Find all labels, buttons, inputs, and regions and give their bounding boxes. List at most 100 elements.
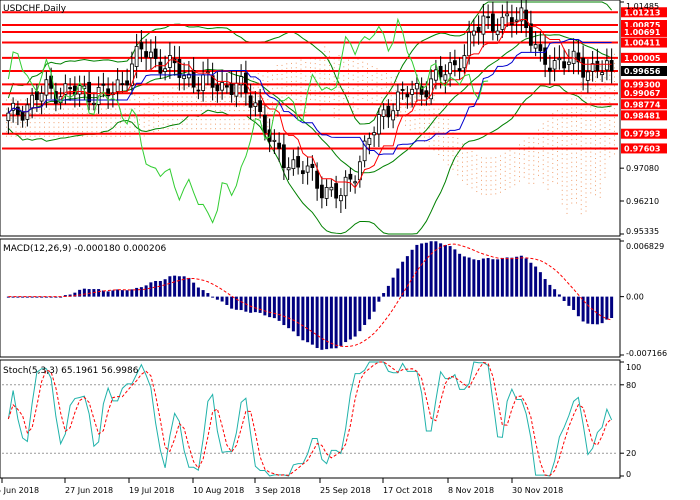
cloud-dot xyxy=(571,170,573,172)
cloud-dot xyxy=(224,123,226,125)
cloud-dot xyxy=(191,110,193,112)
cloud-dot xyxy=(357,67,359,69)
candle-body xyxy=(490,13,495,32)
cloud-dot xyxy=(433,113,435,115)
cloud-dot xyxy=(362,79,364,81)
cloud-dot xyxy=(196,105,197,107)
cloud-dot xyxy=(314,85,316,87)
cloud-dot xyxy=(67,113,69,115)
cloud-dot xyxy=(224,110,226,112)
cloud-dot xyxy=(215,119,216,121)
cloud-dot xyxy=(34,108,36,110)
macd-bar xyxy=(149,282,153,297)
cloud-dot xyxy=(580,90,582,92)
cloud-dot xyxy=(409,102,411,104)
candle-body xyxy=(500,16,505,30)
cloud-dot xyxy=(357,72,359,74)
cloud-dot xyxy=(324,59,326,61)
cloud-dot xyxy=(210,123,212,125)
cloud-dot xyxy=(96,108,98,110)
cloud-dot xyxy=(580,190,582,192)
cloud-dot xyxy=(324,50,326,52)
cloud-dot xyxy=(504,179,506,181)
cloud-dot xyxy=(604,81,606,83)
cloud-dot xyxy=(248,119,250,121)
cloud-dot xyxy=(595,130,596,132)
cloud-dot xyxy=(509,159,511,161)
cloud-dot xyxy=(314,99,316,101)
cloud-dot xyxy=(466,165,468,167)
cloud-dot xyxy=(153,122,155,124)
cloud-dot xyxy=(44,117,45,119)
cloud-dot xyxy=(205,96,207,98)
cloud-dot xyxy=(523,140,525,142)
cloud-dot xyxy=(433,108,435,110)
cloud-dot xyxy=(566,158,568,160)
macd-bar xyxy=(206,293,210,297)
cloud-dot xyxy=(319,73,321,75)
cloud-dot xyxy=(77,122,79,124)
cloud-dot xyxy=(229,101,231,103)
cloud-dot xyxy=(609,124,611,126)
cloud-dot xyxy=(267,112,269,114)
cloud-dot xyxy=(101,122,102,124)
cloud-dot xyxy=(210,96,212,98)
cloud-dot xyxy=(329,96,330,98)
cloud-dot xyxy=(300,91,302,93)
cloud-dot xyxy=(438,135,440,137)
cloud-dot xyxy=(357,94,359,96)
cloud-dot xyxy=(172,101,174,103)
cloud-dot xyxy=(495,188,497,190)
cloud-dot xyxy=(91,122,93,124)
cloud-dot xyxy=(120,131,121,133)
cloud-dot xyxy=(447,128,449,130)
candle-body xyxy=(30,94,35,109)
cloud-dot xyxy=(44,135,45,137)
cloud-dot xyxy=(604,122,606,124)
cloud-dot xyxy=(542,159,544,161)
cloud-dot xyxy=(547,161,549,163)
candle-body xyxy=(509,17,514,26)
candle-body xyxy=(220,82,225,91)
cloud-dot xyxy=(443,105,444,107)
cloud-dot xyxy=(528,164,530,166)
cloud-dot xyxy=(452,168,454,170)
cloud-dot xyxy=(338,95,340,97)
cloud-dot xyxy=(324,46,326,48)
macd-bar xyxy=(139,287,143,297)
cloud-dot xyxy=(485,171,487,173)
cloud-dot xyxy=(343,61,345,63)
cloud-dot xyxy=(53,131,55,133)
macd-bar xyxy=(401,261,405,297)
macd-bar xyxy=(196,287,200,297)
candle-body xyxy=(281,144,286,169)
cloud-dot xyxy=(253,78,254,80)
cloud-dot xyxy=(566,181,568,183)
cloud-dot xyxy=(276,74,278,76)
candle-body xyxy=(258,100,263,112)
cloud-dot xyxy=(314,94,316,96)
macd-bar xyxy=(420,243,424,297)
cloud-dot xyxy=(614,53,615,55)
cloud-dot xyxy=(552,153,554,155)
cloud-dot xyxy=(528,155,530,157)
cloud-dot xyxy=(566,185,568,187)
cloud-dot xyxy=(177,96,178,98)
macd-panel: MACD(12,26,9) -0.000180 0.000206 xyxy=(0,238,621,358)
candle-body xyxy=(467,31,472,57)
cloud-dot xyxy=(329,73,330,75)
cloud-dot xyxy=(604,136,606,138)
cloud-dot xyxy=(295,98,297,100)
cloud-dot xyxy=(143,108,145,110)
cloud-dot xyxy=(219,123,221,125)
cloud-dot xyxy=(561,180,563,182)
candle-body xyxy=(120,83,125,85)
cloud-dot xyxy=(552,162,554,164)
cloud-dot xyxy=(509,163,511,165)
cloud-dot xyxy=(419,131,421,133)
cloud-dot xyxy=(443,136,444,138)
cloud-dot xyxy=(48,113,50,115)
cloud-dot xyxy=(409,106,411,108)
cloud-dot xyxy=(186,96,188,98)
cloud-dot xyxy=(362,75,364,77)
